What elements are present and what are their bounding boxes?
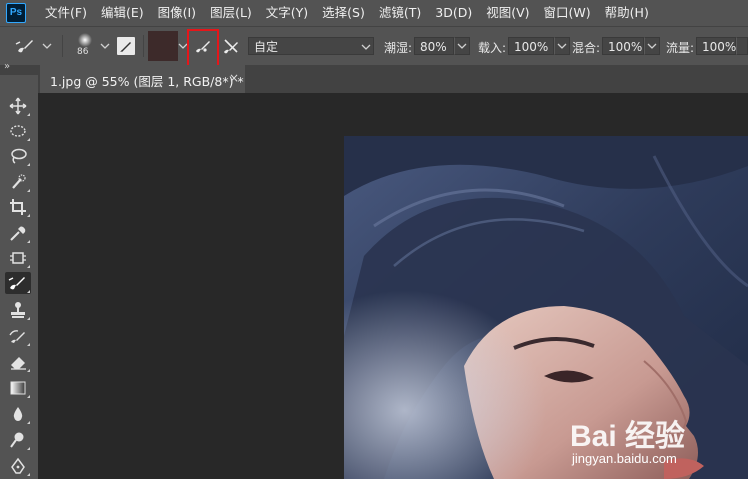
flow-dropdown-button[interactable] (736, 37, 748, 55)
menu-edit[interactable]: 编辑(E) (94, 0, 151, 26)
menu-image[interactable]: 图像(I) (151, 0, 203, 26)
mixer-combination-value: 自定 (254, 40, 279, 54)
quick-select-tool[interactable] (5, 171, 31, 193)
current-color-swatch[interactable] (148, 31, 178, 61)
blur-tool[interactable] (5, 403, 31, 425)
flow-field[interactable]: 100% (696, 37, 736, 55)
photoshop-logo-icon[interactable]: Ps (6, 3, 26, 23)
document-tab[interactable]: 1.jpg @ 55% (图层 1, RGB/8*) * × (40, 65, 245, 93)
panel-collapse-bar[interactable]: » (0, 61, 38, 75)
quick-select-tool-icon (12, 174, 26, 189)
load-brush-after-stroke-icon[interactable] (193, 36, 213, 56)
tool-preset-mixer-brush-icon[interactable] (14, 36, 36, 56)
flow-label: 流量: (666, 41, 695, 55)
lasso-tool-icon (11, 148, 27, 164)
collapse-panel-icon[interactable]: » (4, 61, 10, 72)
marquee-tool-icon (10, 125, 26, 137)
chevron-down-icon (647, 43, 657, 49)
wet-value: 80% (420, 40, 447, 54)
chevron-down-icon (457, 43, 467, 49)
move-tool[interactable] (5, 95, 31, 117)
flow-value: 100% (702, 40, 737, 54)
menu-layer[interactable]: 图层(L) (203, 0, 259, 26)
eraser-tool-icon (11, 357, 26, 370)
eraser-tool[interactable] (5, 351, 31, 373)
watermark-url: jingyan.baidu.com (572, 451, 677, 466)
frame-tool-icon (10, 252, 26, 264)
dodge-tool[interactable] (5, 429, 31, 451)
crop-tool-icon (10, 199, 26, 215)
pen-tool[interactable] (5, 455, 31, 477)
mix-label: 混合: (572, 41, 601, 55)
menu-3d[interactable]: 3D(D) (428, 0, 479, 26)
brush-size-label: 86 (77, 47, 89, 57)
gradient-tool[interactable] (5, 377, 31, 399)
marquee-tool[interactable] (5, 120, 31, 142)
frame-tool[interactable] (5, 247, 31, 269)
menu-bar: Ps 文件(F) 编辑(E) 图像(I) 图层(L) 文字(Y) 选择(S) 滤… (0, 0, 748, 26)
soft-brush-tip-icon (78, 33, 92, 47)
chevron-down-icon[interactable] (178, 41, 188, 51)
tools-panel (0, 75, 38, 479)
dodge-tool-icon (10, 432, 24, 448)
chevron-down-icon[interactable] (100, 41, 110, 51)
history-brush-tool-icon (9, 330, 25, 343)
brush-preset-picker[interactable]: 86 (74, 32, 96, 62)
chevron-down-icon[interactable] (42, 41, 52, 51)
wet-label: 潮湿: (384, 41, 413, 55)
mixer-combination-select[interactable]: 自定 (248, 37, 374, 55)
mixer-brush-tool-icon (8, 277, 25, 290)
blur-tool-icon (13, 407, 23, 421)
eyedropper-tool[interactable] (5, 222, 31, 244)
menu-type[interactable]: 文字(Y) (259, 0, 315, 26)
stamp-tool[interactable] (5, 299, 31, 321)
document-tab-label: 1.jpg @ 55% (图层 1, RGB/8*) * (50, 74, 244, 89)
load-value: 100% (514, 40, 549, 54)
eyedropper-tool-icon (10, 226, 26, 241)
wet-field[interactable]: 80% (414, 37, 454, 55)
load-dropdown-button[interactable] (554, 37, 570, 55)
menu-file[interactable]: 文件(F) (38, 0, 94, 26)
brush-settings-panel-icon[interactable] (117, 37, 135, 55)
mix-field[interactable]: 100% (602, 37, 644, 55)
chevron-down-icon (361, 44, 371, 50)
load-label: 载入: (478, 41, 507, 55)
menu-help[interactable]: 帮助(H) (598, 0, 656, 26)
menu-filter[interactable]: 滤镜(T) (372, 0, 428, 26)
mix-dropdown-button[interactable] (644, 37, 660, 55)
close-icon[interactable]: × (229, 71, 239, 85)
pen-tool-icon (11, 457, 25, 474)
history-brush-tool[interactable] (5, 325, 31, 347)
mixer-brush-tool[interactable] (5, 272, 31, 294)
menu-window[interactable]: 窗口(W) (537, 0, 598, 26)
load-field[interactable]: 100% (508, 37, 554, 55)
mix-value: 100% (608, 40, 643, 54)
watermark-brand: Bai 经验 (570, 420, 686, 453)
options-bar: 86 自定 潮湿: 80% 载入: 100% 混合: 100% 流量: 100% (0, 26, 748, 66)
crop-tool[interactable] (5, 196, 31, 218)
document-tab-bar: 1.jpg @ 55% (图层 1, RGB/8*) * × (38, 65, 748, 93)
chevron-down-icon (557, 43, 567, 49)
clean-brush-after-stroke-icon[interactable] (221, 36, 241, 56)
wet-dropdown-button[interactable] (454, 37, 470, 55)
menu-view[interactable]: 视图(V) (479, 0, 536, 26)
stamp-tool-icon (11, 302, 25, 318)
menu-select[interactable]: 选择(S) (315, 0, 372, 26)
move-tool-icon (9, 97, 27, 115)
lasso-tool[interactable] (5, 145, 31, 167)
gradient-tool-icon (10, 381, 26, 395)
